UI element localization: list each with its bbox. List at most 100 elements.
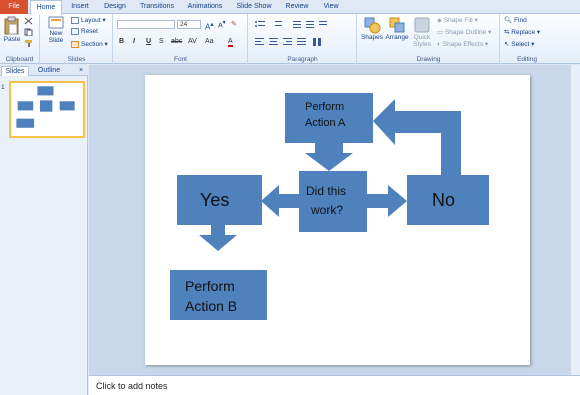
shape-fill-label: Shape Fill	[443, 17, 473, 24]
vertical-scrollbar[interactable]	[570, 65, 580, 375]
decision-box[interactable]	[299, 171, 367, 232]
replace-button[interactable]: ⇆ Replace ▾	[504, 28, 540, 36]
grow-font-icon[interactable]: A▴	[205, 20, 214, 32]
slide-thumbnail[interactable]	[9, 81, 85, 138]
cut-icon[interactable]	[24, 17, 33, 25]
italic-button[interactable]: I	[133, 38, 135, 45]
tab-animations[interactable]: Animations	[182, 0, 228, 14]
tab-slides[interactable]: Slides	[1, 66, 29, 76]
ribbon-tab-bar: File Home Insert Design Transitions Anim…	[0, 0, 580, 15]
action-a-text-line2: Action A	[305, 117, 346, 129]
find-label: Find	[514, 17, 527, 24]
strikethrough-button[interactable]: abc	[171, 38, 182, 45]
arrange-label: Arrange	[385, 34, 409, 41]
editing-group-label: Editing	[517, 56, 537, 63]
shape-effects-button[interactable]: ◐ Shape Effects ▾	[437, 40, 488, 48]
paragraph-group-label: Paragraph	[287, 56, 318, 63]
select-label: Select	[511, 41, 530, 48]
clear-formatting-icon[interactable]: ✎	[231, 20, 237, 28]
font-group: 24 A▴ A▾ ✎ B I U S abc AV Aa A Font	[114, 14, 248, 64]
action-b-text-line1: Perform	[185, 278, 235, 294]
drawing-group-label: Drawing	[416, 56, 441, 63]
shape-outline-button[interactable]: ▭ Shape Outline ▾	[437, 28, 491, 36]
tab-design[interactable]: Design	[98, 0, 132, 14]
layout-icon	[71, 16, 79, 24]
right-arrow[interactable]	[367, 185, 407, 217]
tab-slide-show[interactable]: Slide Show	[230, 0, 278, 14]
slide-canvas[interactable]: Perform Action A Did this work? Yes No P…	[145, 75, 530, 365]
new-slide-label: New	[49, 30, 63, 37]
reset-button[interactable]: Reset	[71, 28, 98, 35]
shapes-label: Shapes	[360, 34, 384, 41]
down-arrow-yes[interactable]	[199, 225, 237, 251]
section-label: Section	[81, 41, 103, 48]
bold-button[interactable]: B	[119, 38, 124, 45]
shape-outline-label: Shape Outline	[444, 29, 487, 36]
layout-button[interactable]: Layout ▾	[71, 16, 106, 24]
shadow-text-button[interactable]: S	[159, 38, 164, 45]
find-button[interactable]: 🔍︎ Find	[504, 16, 527, 24]
shape-fill-button[interactable]: ◈ Shape Fill ▾	[437, 16, 478, 24]
drawing-group: Shapes Arrange Quick Styles ◈ Shape Fill…	[358, 14, 500, 64]
arrange-button[interactable]: Arrange	[384, 16, 410, 41]
format-painter-icon[interactable]	[24, 39, 33, 47]
section-button[interactable]: Section ▾	[71, 40, 108, 48]
tab-outline[interactable]: Outline	[32, 66, 66, 76]
font-color-button[interactable]: A	[228, 38, 233, 47]
paragraph-tools-icon[interactable]	[253, 18, 353, 54]
editing-group: 🔍︎ Find ⇆ Replace ▾ ↖ Select ▾ Editing	[501, 14, 553, 64]
slides-group: New Slide Layout ▾ Reset Section ▾ Slide…	[41, 14, 113, 64]
tab-file[interactable]: File	[0, 0, 28, 14]
clipboard-group-label: Clipboard	[5, 56, 34, 63]
quick-styles-button[interactable]: Quick Styles	[410, 16, 434, 48]
tab-home[interactable]: Home	[30, 0, 62, 15]
flowchart: Perform Action A Did this work? Yes No P…	[170, 93, 489, 320]
font-group-label: Font	[173, 56, 187, 63]
underline-button[interactable]: U	[146, 38, 151, 45]
paste-label: Paste	[3, 36, 21, 43]
replace-label: Replace	[511, 29, 536, 36]
bent-arrow-no-to-a[interactable]	[373, 99, 461, 175]
find-icon: 🔍︎	[504, 17, 515, 24]
select-button[interactable]: ↖ Select ▾	[504, 40, 534, 48]
slide-thumbnail-diagram	[16, 86, 75, 128]
arrange-icon	[389, 17, 405, 33]
paragraph-group: Paragraph	[249, 14, 357, 64]
tab-review[interactable]: Review	[280, 0, 314, 14]
change-case-button[interactable]: Aa	[205, 38, 214, 45]
slides-pane: 1	[0, 76, 88, 395]
copy-icon[interactable]	[24, 28, 33, 36]
quick-styles-label: Quick	[413, 34, 431, 41]
yes-text: Yes	[200, 190, 229, 210]
new-slide-button[interactable]: New Slide	[44, 16, 68, 44]
tab-view[interactable]: View	[316, 0, 346, 14]
shapes-button[interactable]: Shapes	[360, 16, 384, 41]
character-spacing-button[interactable]: AV	[188, 38, 197, 45]
quick-styles-label-2: Styles	[413, 41, 431, 48]
clipboard-group: Paste Clipboard	[0, 14, 40, 64]
layout-label: Layout	[81, 17, 101, 24]
shape-outline-icon: ▭	[437, 29, 445, 36]
new-slide-label-2: Slide	[48, 37, 64, 44]
paste-button[interactable]: Paste	[2, 16, 22, 43]
quick-styles-icon	[414, 17, 430, 33]
section-icon	[71, 40, 79, 48]
shapes-icon	[364, 17, 381, 34]
action-a-text-line1: Perform	[305, 101, 344, 113]
decision-text-line2: work?	[310, 203, 343, 217]
left-arrow[interactable]	[261, 185, 299, 217]
tab-transitions[interactable]: Transitions	[134, 0, 180, 14]
shape-fill-icon: ◈	[437, 17, 444, 24]
tab-insert[interactable]: Insert	[64, 0, 96, 14]
down-arrow-a[interactable]	[305, 143, 353, 171]
shrink-font-icon[interactable]: A▾	[218, 20, 226, 29]
action-b-text-line2: Action B	[185, 298, 237, 314]
font-size-combo[interactable]: 24	[177, 20, 201, 29]
slides-group-label: Slides	[67, 56, 86, 63]
font-name-combo[interactable]	[117, 20, 175, 29]
notes-pane[interactable]: Click to add notes	[89, 375, 580, 395]
decision-text-line1: Did this	[306, 184, 346, 198]
new-slide-icon	[48, 16, 64, 29]
shape-effects-label: Shape Effects	[442, 41, 484, 48]
close-pane-icon[interactable]: ×	[76, 66, 86, 76]
